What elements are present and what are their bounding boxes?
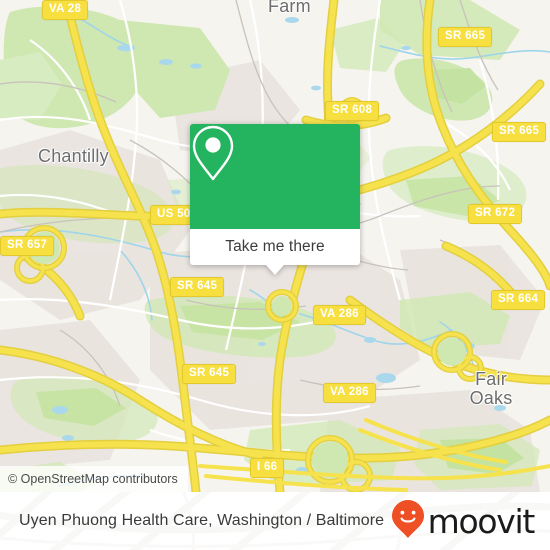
moovit-smiley-pin-icon	[391, 499, 425, 544]
take-me-there-label: Take me there	[225, 238, 325, 255]
road-shield-va-28: VA 28	[42, 0, 89, 20]
map-screenshot: Chantilly Farm Fair Oaks VA 28 SR 665 SR …	[0, 0, 550, 550]
callout-icon-panel	[190, 124, 360, 229]
road-shield-sr-608: SR 608	[325, 101, 380, 121]
take-me-there-button[interactable]: Take me there	[190, 229, 360, 265]
road-shield-sr-665-north: SR 665	[438, 27, 493, 47]
osm-attribution[interactable]: © OpenStreetMap contributors	[0, 466, 188, 492]
road-shield-i-66: I 66	[250, 458, 285, 478]
road-shield-sr-657: SR 657	[0, 236, 55, 256]
road-shield-sr-664: SR 664	[491, 290, 546, 310]
road-shield-sr-672: SR 672	[468, 204, 523, 224]
road-shield-sr-665-east: SR 665	[492, 122, 547, 142]
location-title: Uyen Phuong Health Care, Washington / Ba…	[19, 512, 385, 529]
road-shield-sr-645-north: SR 645	[170, 277, 225, 297]
road-shield-sr-645-south: SR 645	[182, 364, 237, 384]
moovit-logo[interactable]: moovit	[391, 499, 536, 544]
moovit-wordmark: moovit	[427, 501, 536, 541]
destination-callout[interactable]: Take me there	[190, 124, 360, 275]
footer-bar: Uyen Phuong Health Care, Washington / Ba…	[0, 492, 550, 550]
callout-pointer-tail	[266, 265, 284, 275]
road-shield-va-286-north: VA 286	[313, 305, 366, 325]
road-shield-va-286-south: VA 286	[323, 383, 376, 403]
map-canvas[interactable]: Chantilly Farm Fair Oaks VA 28 SR 665 SR …	[0, 0, 550, 492]
